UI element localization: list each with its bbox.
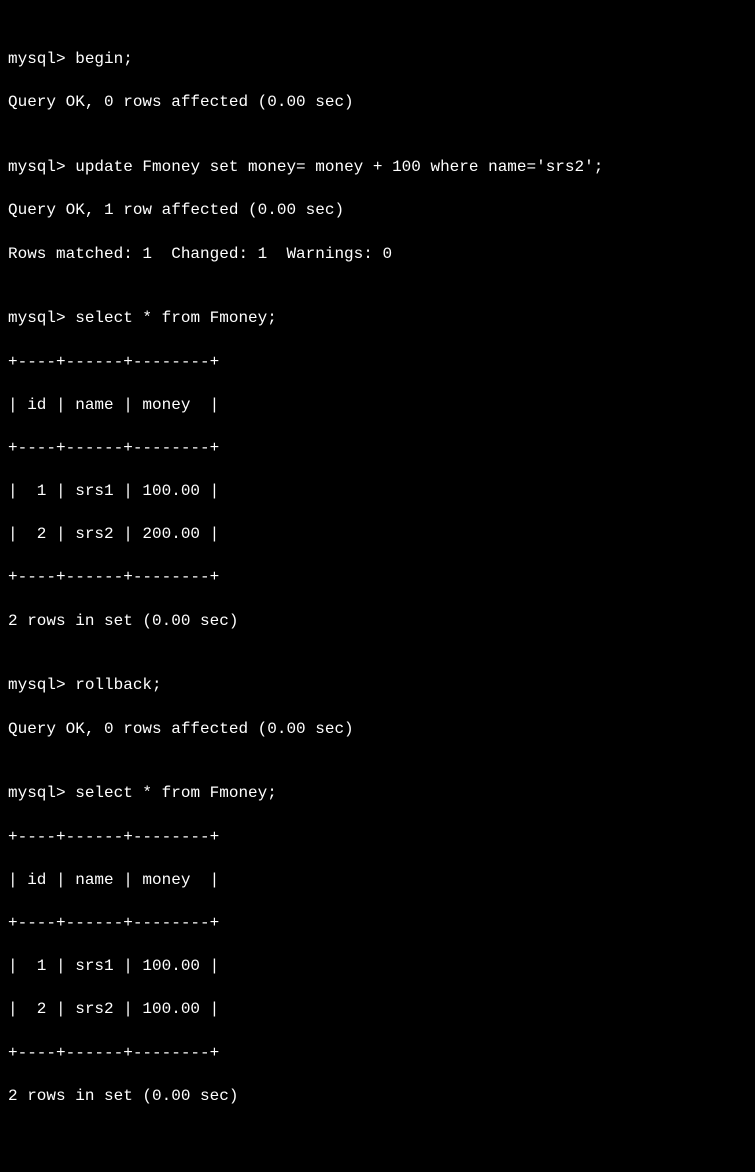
cmd-line-select2: mysql> select * from Fmoney; (8, 783, 747, 805)
response-rollback: Query OK, 0 rows affected (0.00 sec) (8, 719, 747, 741)
mysql-prompt: mysql> (8, 50, 75, 68)
table2-row2: | 2 | srs2 | 100.00 | (8, 999, 747, 1021)
cmd-line-update: mysql> update Fmoney set money= money + … (8, 157, 747, 179)
table2-footer: 2 rows in set (0.00 sec) (8, 1086, 747, 1108)
table2-header: | id | name | money | (8, 870, 747, 892)
sql-command: update Fmoney set money= money + 100 whe… (75, 158, 603, 176)
response-begin: Query OK, 0 rows affected (0.00 sec) (8, 92, 747, 114)
table1-border-bottom: +----+------+--------+ (8, 567, 747, 589)
table1-footer: 2 rows in set (0.00 sec) (8, 611, 747, 633)
table2-border-bottom: +----+------+--------+ (8, 1043, 747, 1065)
cmd-line-select1: mysql> select * from Fmoney; (8, 308, 747, 330)
response-update-2: Rows matched: 1 Changed: 1 Warnings: 0 (8, 244, 747, 266)
table1-border-mid: +----+------+--------+ (8, 438, 747, 460)
mysql-prompt: mysql> (8, 676, 75, 694)
mysql-prompt: mysql> (8, 309, 75, 327)
response-update-1: Query OK, 1 row affected (0.00 sec) (8, 200, 747, 222)
table2-border-top: +----+------+--------+ (8, 827, 747, 849)
sql-command: select * from Fmoney; (75, 309, 277, 327)
table2-border-mid: +----+------+--------+ (8, 913, 747, 935)
sql-command: select * from Fmoney; (75, 784, 277, 802)
sql-command: begin; (75, 50, 133, 68)
cmd-line-begin: mysql> begin; (8, 49, 747, 71)
table1-border-top: +----+------+--------+ (8, 352, 747, 374)
mysql-prompt: mysql> (8, 158, 75, 176)
mysql-prompt: mysql> (8, 784, 75, 802)
table1-header: | id | name | money | (8, 395, 747, 417)
table2-row1: | 1 | srs1 | 100.00 | (8, 956, 747, 978)
cmd-line-rollback: mysql> rollback; (8, 675, 747, 697)
table1-row2: | 2 | srs2 | 200.00 | (8, 524, 747, 546)
sql-command: rollback; (75, 676, 161, 694)
table1-row1: | 1 | srs1 | 100.00 | (8, 481, 747, 503)
